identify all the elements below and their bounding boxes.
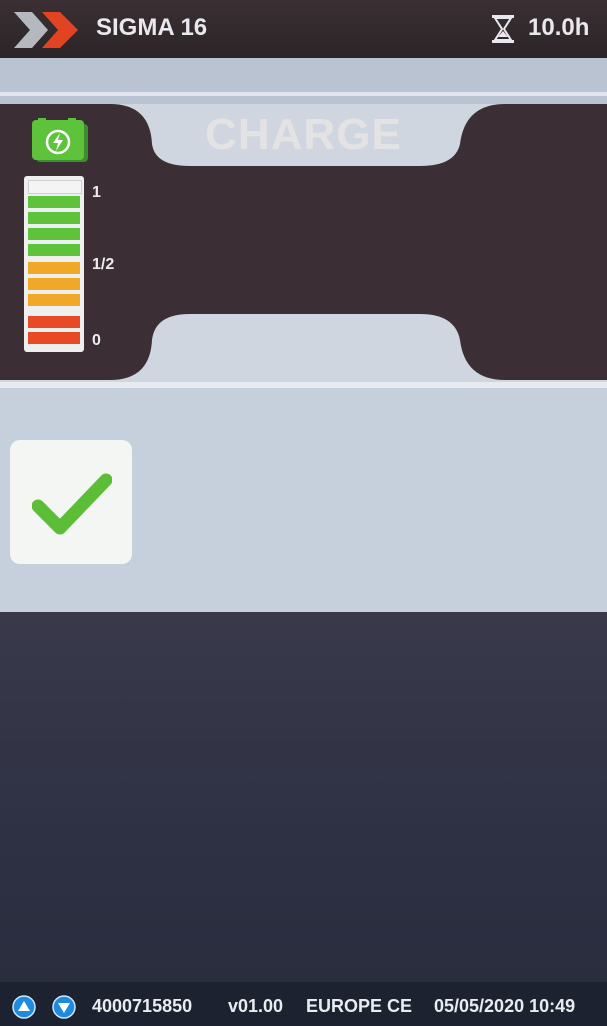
gauge-segment [28, 262, 80, 274]
gauge-segment [28, 332, 80, 344]
empty-content-area [0, 612, 607, 982]
gauge-label-half: 1/2 [92, 256, 115, 273]
header-band [0, 58, 607, 104]
top-bar: SIGMA 16 10.0h [0, 0, 607, 58]
scroll-up-icon[interactable] [12, 995, 36, 1019]
status-ok-card[interactable] [10, 440, 132, 564]
gauge-segment [28, 278, 80, 290]
hourglass-icon [492, 15, 514, 43]
date-time: 05/05/2020 10:49 [434, 996, 576, 1016]
divider [0, 92, 607, 96]
gauge-label-empty: 0 [92, 332, 101, 349]
gauge-segment [28, 316, 80, 328]
brand-logo-icon [14, 12, 78, 48]
gauge-segment [28, 228, 80, 240]
region-label: EUROPE CE [306, 996, 413, 1016]
gauge-segment [28, 196, 80, 208]
gauge-label-full: 1 [92, 184, 101, 201]
scroll-down-icon[interactable] [52, 995, 76, 1019]
status-bar: 4000715850 v01.00 EUROPE CE 05/05/2020 1… [0, 982, 607, 1026]
firmware-version: v01.00 [228, 996, 284, 1016]
gauge-segment [28, 294, 80, 306]
gauge-segment [28, 244, 80, 256]
gauge-segment [28, 180, 82, 194]
gauge-segment [28, 212, 80, 224]
battery-charge-icon [32, 118, 88, 162]
charge-level-gauge [24, 176, 84, 352]
timer-value: 10.0h [528, 14, 590, 41]
checkmark-icon [32, 473, 112, 535]
app-title: SIGMA 16 [96, 14, 208, 41]
serial-number: 4000715850 [92, 996, 193, 1016]
